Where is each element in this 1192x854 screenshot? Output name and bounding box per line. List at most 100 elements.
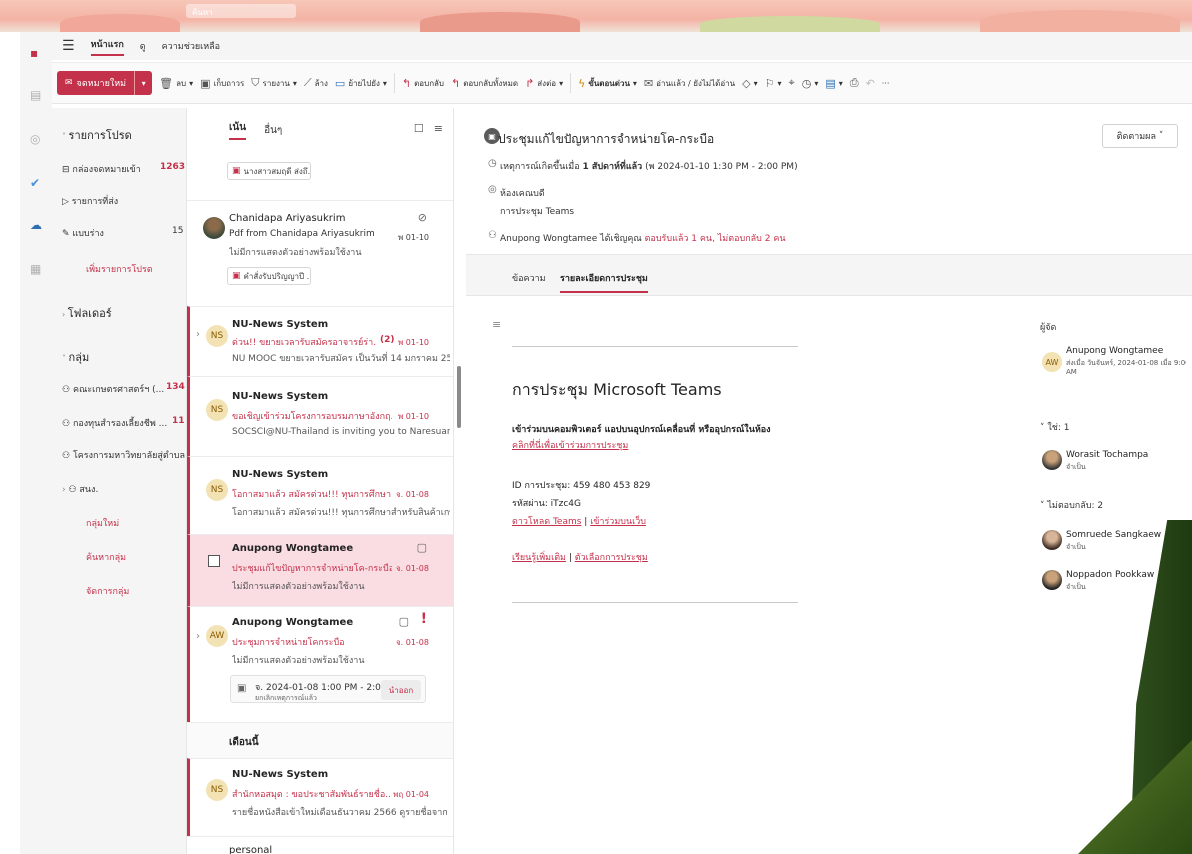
message-date: จ. 01-08	[395, 490, 429, 499]
group-label: โครงการมหาวิทยาลัยสู่ตำบล	[72, 451, 185, 461]
checkbox[interactable]	[208, 555, 220, 567]
discover-groups-link[interactable]: ค้นหากลุ่ม	[86, 550, 126, 564]
archive-button[interactable]: ▣ เก็บถาวร	[200, 77, 244, 90]
person-role: จำเป็น	[1066, 463, 1086, 471]
attachment-chip[interactable]: ▣ นางสาวสมฤดี ส่งถึ...	[227, 162, 311, 180]
group-label: สนง.	[79, 485, 99, 495]
group-item[interactable]: ⚇ คณะเกษตรศาสตร์ฯ (...	[62, 382, 164, 396]
list-item[interactable]: NS NU-News System สำนักหอสมุด : ขอประชาส…	[187, 758, 453, 836]
location-label: ห้องเคณบดี	[500, 189, 545, 199]
location-icon: ◎	[488, 184, 497, 195]
new-group-link[interactable]: กลุ่มใหม่	[86, 516, 119, 530]
list-scrollbar[interactable]	[457, 366, 461, 428]
attachment-chip[interactable]: ▣ คำสั่งรับปริญญาปี ...	[227, 267, 311, 285]
tab-home[interactable]: หน้าแรก	[90, 37, 124, 56]
sweep-button[interactable]: ⟋ ล้าง	[304, 76, 328, 90]
tag-button[interactable]: ◇ ▾	[742, 77, 757, 90]
attachment-name: นางสาวสมฤดี ส่งถึ...	[243, 166, 311, 176]
report-button[interactable]: ⛉ รายงาน ▾	[251, 76, 297, 90]
group-icon: ⚇	[68, 485, 80, 495]
list-item[interactable]: › AW Anupong Wongtamee ประชุมการจำหน่ายโ…	[187, 606, 453, 722]
tab-other[interactable]: อื่นๆ	[264, 123, 282, 138]
list-item[interactable]: personal	[187, 836, 453, 854]
rules-button[interactable]: ▤ ▾	[825, 77, 842, 90]
forward-button[interactable]: ↱ ส่งต่อ ▾	[525, 77, 563, 90]
more-options-button[interactable]: ···	[882, 79, 890, 88]
person-role: จำเป็น	[1066, 543, 1086, 551]
new-mail-button[interactable]: ✉ จดหมายใหม่ ▾	[57, 71, 153, 95]
join-web-link[interactable]: เข้าร่วมบนเว็บ	[590, 517, 646, 527]
delete-button[interactable]: 🗑 ลบ ▾	[159, 77, 193, 90]
tab-view[interactable]: ดู	[140, 39, 146, 53]
read-unread-button[interactable]: ✉ อ่านแล้ว / ยังไม่ได้อ่าน	[644, 77, 735, 90]
remove-event-button[interactable]: นำออก	[381, 680, 421, 700]
tab-message[interactable]: ข้อความ	[512, 271, 546, 285]
search-input[interactable]: ค้นหา	[186, 4, 296, 18]
move-to-button[interactable]: ▭ ย้ายไปยัง ▾	[335, 77, 387, 90]
folder-inbox[interactable]: ⊟ กล่องจดหมายเข้า	[62, 162, 141, 176]
folder-drafts[interactable]: ✎ แบบร่าง	[62, 226, 104, 240]
print-button[interactable]: ⎙	[850, 76, 859, 90]
accepted-header[interactable]: ˅ ใช่: 1	[1040, 420, 1070, 434]
list-item[interactable]: Chanidapa Ariyasukrim Pdf from Chanidapa…	[187, 200, 453, 306]
group-item[interactable]: › ⚇ สนง.	[62, 482, 98, 496]
tab-meeting-details[interactable]: รายละเอียดการประชุม	[560, 271, 648, 293]
todo-app-icon[interactable]: ✔	[30, 176, 40, 190]
folders-header[interactable]: › โฟลเดอร์	[62, 304, 112, 322]
list-item[interactable]: NS NU-News System ขอเชิญเข้าร่วมโครงการอ…	[187, 376, 453, 456]
group-item[interactable]: ⚇ กองทุนสำรองเลี้ยงชีพ ...	[62, 416, 167, 430]
message-date: จ. 01-08	[395, 638, 429, 647]
chevron-right-icon[interactable]: ›	[196, 329, 200, 340]
filter-icon[interactable]: ≡	[434, 122, 443, 135]
quick-steps-button[interactable]: ϟ ขั้นตอนด่วน ▾	[578, 77, 637, 90]
join-meeting-link[interactable]: คลิกที่นี่เพื่อเข้าร่วมการประชุม	[512, 438, 628, 452]
hamburger-icon[interactable]: ☰	[62, 38, 75, 54]
tab-help[interactable]: ความช่วยเหลือ	[162, 39, 220, 53]
reply-all-button[interactable]: ↰ ตอบกลับทั้งหมด	[451, 77, 518, 90]
snooze-button[interactable]: ◷ ▾	[802, 77, 819, 90]
forward-label: ส่งต่อ	[537, 78, 557, 88]
folder-move-icon: ▭	[334, 76, 346, 90]
favorites-header[interactable]: ˅ รายการโปรด	[62, 126, 132, 144]
chevron-down-icon[interactable]: ▾	[134, 71, 152, 95]
message-sender: NU-News System	[232, 391, 329, 402]
calendar-app-icon[interactable]: ▤	[30, 88, 41, 102]
header-banner: ค้นหา	[0, 0, 1192, 32]
onedrive-app-icon[interactable]: ☁	[30, 218, 42, 232]
manage-groups-link[interactable]: จัดการกลุ่ม	[86, 584, 129, 598]
no-response-header[interactable]: ˅ ไม่ตอบกลับ: 2	[1040, 498, 1103, 512]
tab-focused[interactable]: เน้น	[229, 120, 247, 140]
invite-text: Anupong Wongtamee ได้เชิญคุณ	[500, 234, 645, 244]
undo-button[interactable]: ↶	[866, 77, 875, 90]
message-subject: ขอเชิญเข้าร่วมโครงการอบรมภาษาอังกฤ...	[232, 412, 392, 422]
avatar	[203, 217, 225, 239]
groups-header[interactable]: ˅ กลุ่ม	[62, 348, 89, 366]
group-icon: ⚇	[62, 419, 73, 429]
reply-button[interactable]: ↰ ตอบกลับ	[402, 77, 444, 90]
more-apps-icon[interactable]: ▦	[30, 262, 41, 276]
flag-button[interactable]: ⚐ ▾	[765, 77, 782, 90]
meeting-options-link[interactable]: ตัวเลือกการประชุม	[575, 553, 648, 563]
list-item[interactable]: NS NU-News System โอกาสมาแล้ว สมัครด่วน!…	[187, 456, 453, 534]
pin-button[interactable]: ⌖	[789, 76, 795, 90]
report-label: รายงาน	[262, 78, 290, 88]
notes-icon[interactable]: ≡	[492, 318, 501, 331]
message-subject: Pdf from Chanidapa Ariyasukrim	[229, 229, 375, 239]
event-card: ▣ จ. 2024-01-08 1:00 PM - 2:00 PM ยกเลิก…	[230, 675, 426, 703]
message-list: เน้น อื่นๆ ☐ ≡ ▣ นางสาวสมฤดี ส่งถึ... Chan…	[186, 108, 454, 854]
people-app-icon[interactable]: ◎	[30, 132, 40, 146]
folder-sent[interactable]: ▷ รายการที่ส่ง	[62, 194, 118, 208]
pin-icon: ⌖	[788, 76, 795, 89]
add-favorite-link[interactable]: เพิ่มรายการโปรด	[86, 262, 153, 276]
learn-more-link[interactable]: เรียนรู้เพิ่มเติม	[512, 553, 566, 563]
group-item[interactable]: ⚇ โครงการมหาวิทยาลัยสู่ตำบล	[62, 448, 185, 462]
chevron-right-icon[interactable]: ›	[196, 631, 200, 642]
select-icon[interactable]: ☐	[414, 122, 424, 135]
download-teams-link[interactable]: ดาวโหลด Teams	[512, 517, 581, 527]
list-item-selected[interactable]: Anupong Wongtamee ประชุมแก้ไขปัญหาการจำห…	[187, 534, 453, 606]
mail-app-icon[interactable]: ▪	[30, 46, 38, 60]
message-date: จ. 01-08	[395, 564, 429, 573]
trash-icon: 🗑	[159, 76, 174, 90]
list-item[interactable]: › NS NU-News System ด่วน!! ขยายเวลารับสม…	[187, 306, 453, 376]
calendar-icon: ▣	[237, 683, 247, 694]
